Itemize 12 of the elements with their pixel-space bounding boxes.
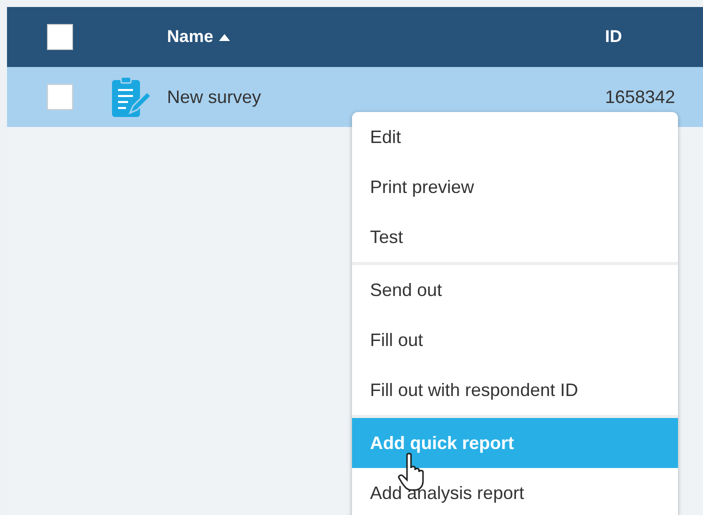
menu-item[interactable]: Print preview bbox=[352, 162, 678, 212]
column-header[interactable]: Name bbox=[167, 24, 605, 50]
checkbox[interactable] bbox=[47, 24, 73, 50]
survey-name: New survey bbox=[167, 86, 262, 109]
menu-item[interactable]: Fill out with respondent ID bbox=[352, 365, 678, 415]
menu-item[interactable]: Test bbox=[352, 212, 678, 262]
checkbox[interactable] bbox=[47, 84, 73, 110]
column-header[interactable]: ID bbox=[605, 24, 622, 50]
menu-item[interactable]: Fill out bbox=[352, 315, 678, 365]
menu-item[interactable]: Add analysis report bbox=[352, 468, 678, 515]
menu-item[interactable]: Send out bbox=[352, 265, 678, 315]
survey-id: 1658342 bbox=[605, 86, 676, 108]
